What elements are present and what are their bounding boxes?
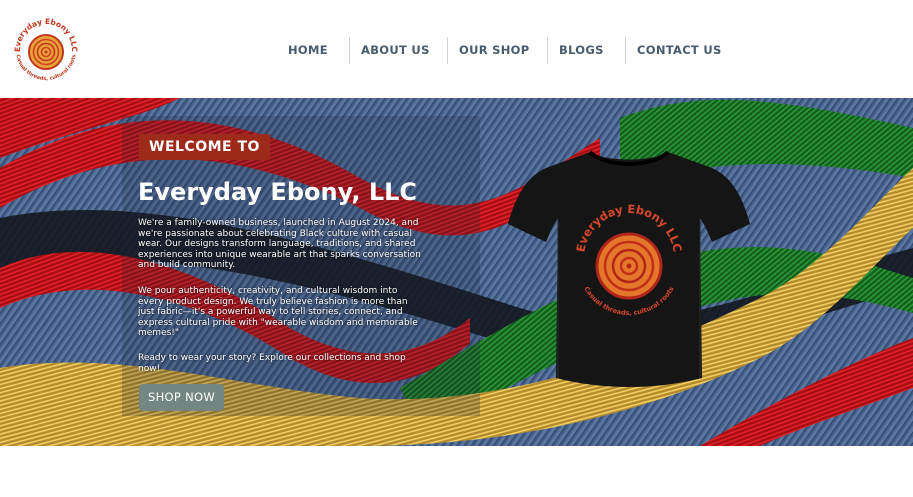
nav-divider: [625, 37, 626, 64]
hero-paragraph-1: We're a family-owned business, launched …: [138, 218, 421, 270]
welcome-badge: WELCOME TO: [139, 134, 270, 160]
nav-divider: [547, 37, 548, 64]
shop-now-button[interactable]: SHOP NOW: [139, 384, 224, 411]
hero-background: [0, 98, 913, 446]
nav-contact-us[interactable]: CONTACT US: [637, 37, 722, 64]
nav-blogs[interactable]: BLOGS: [559, 37, 604, 64]
hero-title: Everyday Ebony, LLC: [138, 178, 418, 206]
nav-our-shop[interactable]: OUR SHOP: [459, 37, 530, 64]
nav-about-us[interactable]: ABOUT US: [361, 37, 430, 64]
site-header: Everyday Ebony LLC Casual threads, cultu…: [0, 0, 913, 98]
brand-logo[interactable]: Everyday Ebony LLC Casual threads, cultu…: [10, 14, 82, 86]
hero-paragraph-3: Ready to wear your story? Explore our co…: [138, 353, 406, 374]
hero-banner: WELCOME TO Everyday Ebony, LLC We're a f…: [0, 98, 913, 446]
hero-paragraph-2: We pour authenticity, creativity, and cu…: [138, 286, 418, 338]
spiral-icon: Everyday Ebony LLC Casual threads, cultu…: [13, 17, 79, 82]
nav-divider: [447, 37, 448, 64]
nav-home[interactable]: HOME: [288, 37, 328, 64]
nav-divider: [349, 37, 350, 64]
tshirt-image: Everyday Ebony LLC Casual threads, cultu…: [508, 150, 750, 387]
